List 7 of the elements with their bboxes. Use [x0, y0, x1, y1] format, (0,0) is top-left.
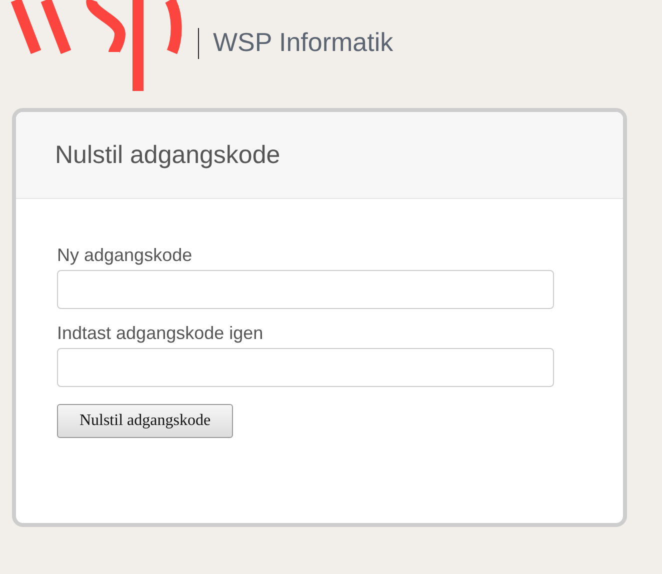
password-field[interactable] [57, 348, 554, 387]
field-label: Ny adgangskode [57, 245, 192, 266]
field-label: Indtast adgangskode igen [57, 323, 264, 344]
panel-title: Nulstil adgangskode [55, 140, 280, 170]
password-field[interactable] [57, 270, 554, 309]
reset-button[interactable]: Nulstil adgangskode [57, 404, 233, 438]
brand-name: WSP Informatik [213, 27, 394, 58]
